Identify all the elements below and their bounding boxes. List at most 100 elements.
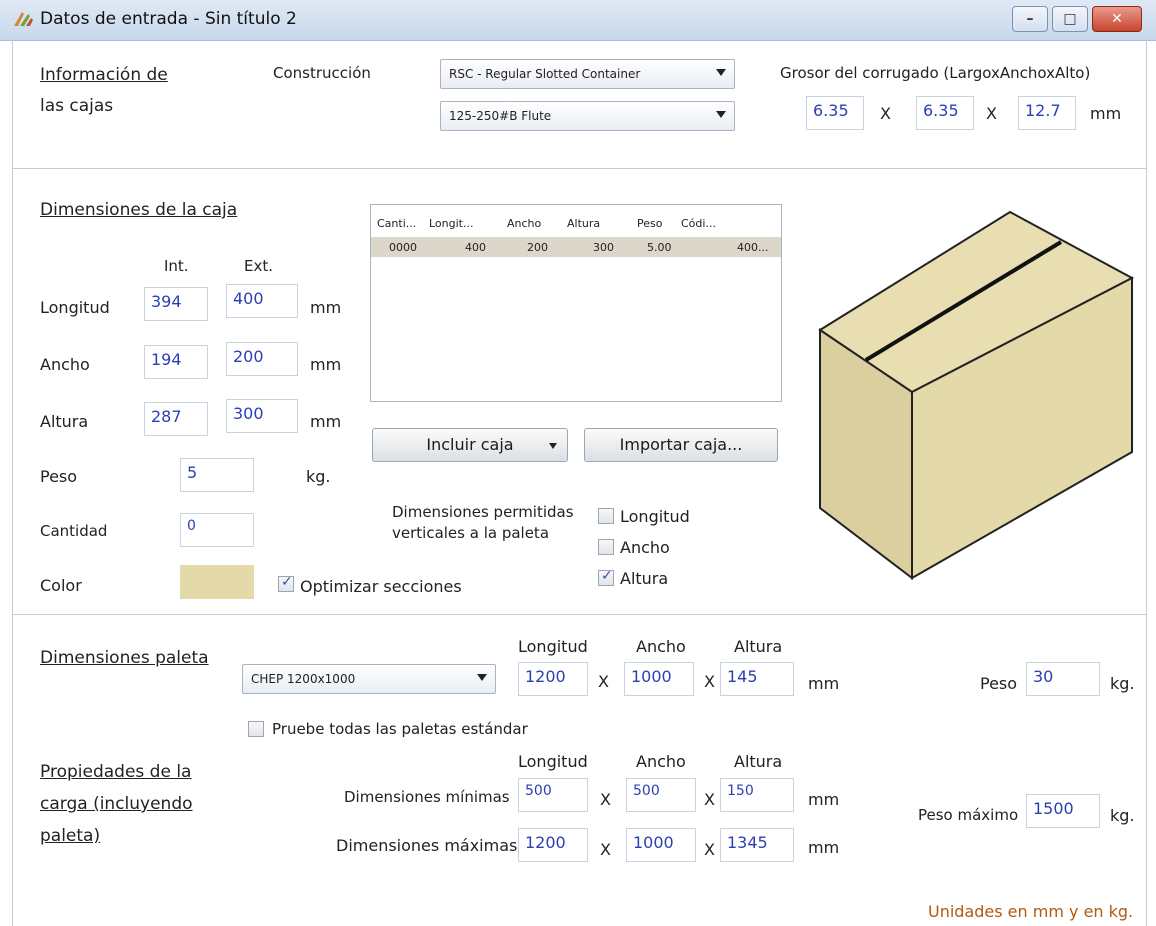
- minimize-button[interactable]: –: [1012, 6, 1048, 32]
- close-button[interactable]: ✕: [1092, 6, 1142, 32]
- paleta-select[interactable]: CHEP 1200x1000: [242, 664, 496, 694]
- col-header-codigo[interactable]: Códi...: [681, 217, 716, 230]
- altura-label: Altura: [40, 412, 89, 431]
- section-title-info-line2: las cajas: [40, 96, 114, 116]
- incluir-caja-label: Incluir caja: [426, 435, 514, 454]
- frame-left: [12, 40, 13, 926]
- app-icon: [14, 12, 33, 26]
- paleta-peso-input[interactable]: 30: [1026, 662, 1100, 696]
- min-dimensiones-label: Dimensiones mínimas: [344, 788, 510, 806]
- int-header: Int.: [164, 257, 189, 275]
- chevron-down-icon: [716, 69, 726, 76]
- paleta-ancho-input[interactable]: 1000: [624, 662, 694, 696]
- maximize-button[interactable]: □: [1052, 6, 1088, 32]
- min-ancho-input[interactable]: 500: [626, 778, 696, 812]
- divider-1: [12, 168, 1146, 169]
- grosor-largo-input[interactable]: 6.35: [806, 96, 864, 130]
- max-altura-input[interactable]: 1345: [720, 828, 794, 862]
- verticales-label-line2: verticales a la paleta: [392, 524, 550, 542]
- cell-peso: 5.00: [647, 241, 672, 254]
- section-title-dimensiones-caja: Dimensiones de la caja: [40, 200, 238, 220]
- incluir-caja-button[interactable]: Incluir caja: [372, 428, 568, 462]
- vertical-ancho-checkbox[interactable]: [598, 539, 614, 555]
- optimizar-label: Optimizar secciones: [300, 577, 462, 596]
- color-label: Color: [40, 576, 82, 595]
- ancho-int-input[interactable]: 194: [144, 345, 208, 379]
- peso-maximo-unit: kg.: [1110, 806, 1135, 825]
- cantidad-label: Cantidad: [40, 522, 108, 540]
- longitud-int-input[interactable]: 394: [144, 287, 208, 321]
- vertical-altura-checkbox[interactable]: ✓: [598, 568, 614, 586]
- verticales-label-line1: Dimensiones permitidas: [392, 503, 574, 521]
- importar-caja-button[interactable]: Importar caja...: [584, 428, 778, 462]
- cell-longitud: 400: [465, 241, 486, 254]
- paleta-peso-unit: kg.: [1110, 674, 1135, 693]
- minimize-icon: –: [1026, 11, 1034, 27]
- peso-label: Peso: [40, 467, 78, 486]
- x-separator: X: [598, 672, 609, 691]
- window-title: Datos de entrada - Sin título 2: [40, 9, 297, 29]
- chevron-down-icon: [477, 674, 487, 681]
- peso-maximo-input[interactable]: 1500: [1026, 794, 1100, 828]
- vertical-longitud-checkbox[interactable]: [598, 508, 614, 524]
- col-header-ancho[interactable]: Ancho: [507, 217, 541, 230]
- x-separator: X: [704, 790, 715, 809]
- max-ancho-input[interactable]: 1000: [626, 828, 696, 862]
- cell-cantidad: 0000: [389, 241, 417, 254]
- paleta-longitud-input[interactable]: 1200: [518, 662, 588, 696]
- longitud-ext-input[interactable]: 400: [226, 284, 298, 318]
- max-longitud-input[interactable]: 1200: [518, 828, 588, 862]
- table-row[interactable]: 0000 400 200 300 5.00 400...: [371, 237, 781, 257]
- cajas-table[interactable]: Canti... Longit... Ancho Altura Peso Cód…: [370, 204, 782, 402]
- altura-int-input[interactable]: 287: [144, 402, 208, 436]
- max-dimensiones-label: Dimensiones máximas: [336, 836, 518, 855]
- grosor-label: Grosor del corrugado (LargoxAnchoxAlto): [780, 64, 1091, 82]
- section-title-info-line1: Información de: [40, 65, 168, 85]
- peso-input[interactable]: 5: [180, 458, 254, 492]
- ancho-unit: mm: [310, 355, 342, 374]
- maximize-icon: □: [1063, 11, 1077, 27]
- construccion-select[interactable]: RSC - Regular Slotted Container: [440, 59, 735, 89]
- close-icon: ✕: [1111, 11, 1123, 27]
- col-header-altura[interactable]: Altura: [567, 217, 600, 230]
- carga-col-longitud: Longitud: [518, 752, 588, 771]
- pruebe-paletas-checkbox[interactable]: [248, 721, 264, 737]
- cell-ancho: 200: [527, 241, 548, 254]
- min-longitud-input[interactable]: 500: [518, 778, 588, 812]
- paleta-altura-input[interactable]: 145: [720, 662, 794, 696]
- vertical-ancho-label: Ancho: [620, 538, 670, 557]
- chevron-down-icon: [549, 443, 557, 449]
- importar-caja-label: Importar caja...: [619, 435, 743, 454]
- section-title-paleta: Dimensiones paleta: [40, 648, 209, 668]
- altura-ext-input[interactable]: 300: [226, 399, 298, 433]
- col-header-peso[interactable]: Peso: [637, 217, 662, 230]
- col-header-longitud[interactable]: Longit...: [429, 217, 473, 230]
- altura-unit: mm: [310, 412, 342, 431]
- min-altura-input[interactable]: 150: [720, 778, 794, 812]
- divider-2: [12, 614, 1146, 615]
- grosor-unit: mm: [1090, 104, 1122, 123]
- vertical-longitud-label: Longitud: [620, 507, 690, 526]
- ancho-label: Ancho: [40, 355, 90, 374]
- col-header-cantidad[interactable]: Canti...: [377, 217, 416, 230]
- cantidad-input[interactable]: 0: [180, 513, 254, 547]
- grosor-ancho-input[interactable]: 6.35: [916, 96, 974, 130]
- flute-value: 125-250#B Flute: [449, 109, 552, 123]
- max-unit: mm: [808, 838, 840, 857]
- paleta-unit: mm: [808, 674, 840, 693]
- box-preview-image: [818, 210, 1135, 581]
- carga-col-altura: Altura: [734, 752, 783, 771]
- checkmark-icon: ✓: [281, 574, 293, 590]
- pruebe-paletas-label: Pruebe todas las paletas estándar: [272, 720, 528, 738]
- carga-col-ancho: Ancho: [636, 752, 686, 771]
- color-swatch[interactable]: [180, 565, 254, 599]
- flute-select[interactable]: 125-250#B Flute: [440, 101, 735, 131]
- x-separator: X: [600, 790, 611, 809]
- ancho-ext-input[interactable]: 200: [226, 342, 298, 376]
- peso-maximo-label: Peso máximo: [918, 806, 1019, 824]
- min-unit: mm: [808, 790, 840, 809]
- x-separator: X: [600, 840, 611, 859]
- x-separator: X: [986, 104, 997, 123]
- grosor-alto-input[interactable]: 12.7: [1018, 96, 1076, 130]
- optimizar-checkbox[interactable]: ✓: [278, 574, 294, 592]
